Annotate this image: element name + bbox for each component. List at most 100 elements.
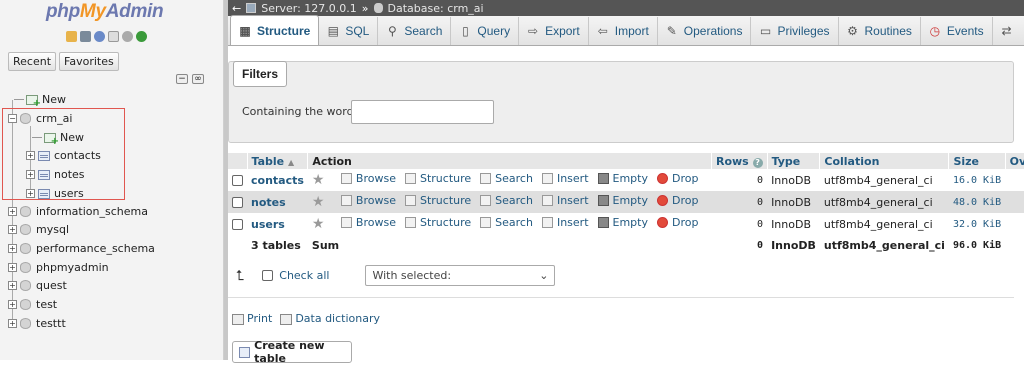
recent-button[interactable]: Recent [8, 52, 57, 71]
filter-input[interactable] [351, 100, 494, 124]
logout-icon[interactable] [80, 31, 91, 42]
structure-action[interactable]: Structure [404, 194, 471, 207]
print-link[interactable]: Print [232, 312, 272, 325]
favorite-star-icon[interactable]: ★ [312, 195, 332, 210]
tab-operations[interactable]: ✎ Operations [658, 17, 752, 45]
tree-db-quest[interactable]: + quest [8, 277, 67, 294]
table-name-link[interactable]: users [247, 213, 308, 235]
row-checkbox[interactable] [228, 191, 247, 213]
tab-query[interactable]: ▯ Query [451, 17, 520, 45]
tree-db-test[interactable]: + test [8, 296, 57, 313]
table-name-link[interactable]: notes [247, 191, 308, 213]
help-icon[interactable]: ? [752, 157, 763, 168]
home-icon[interactable] [66, 31, 77, 42]
rows-count: 0 [711, 169, 768, 191]
sum-label: Sum [311, 238, 340, 252]
favorites-button[interactable]: Favorites [59, 52, 119, 71]
header-collation[interactable]: Collation [819, 153, 950, 169]
breadcrumb-database[interactable]: Database: crm_ai [388, 2, 484, 15]
empty-icon [597, 217, 609, 228]
header-type[interactable]: Type [767, 153, 821, 169]
docs-icon[interactable] [94, 31, 105, 42]
header-action: Action [307, 153, 712, 169]
tree-db-mysql[interactable]: + mysql [8, 221, 69, 238]
chevron-down-icon: ⌄ [539, 269, 549, 282]
reload-icon[interactable] [136, 31, 147, 42]
import-icon: ⇦ [597, 24, 608, 38]
search-action[interactable]: Search [480, 194, 533, 207]
routines-icon: ⚙ [847, 24, 858, 38]
empty-action[interactable]: Empty [597, 216, 648, 229]
tab-routines[interactable]: ⚙ Routines [839, 17, 921, 45]
check-all-label[interactable]: Check all [279, 269, 329, 282]
drop-action[interactable]: Drop [657, 172, 698, 185]
structure-action[interactable]: Structure [404, 216, 471, 229]
settings-gear-icon[interactable] [122, 31, 133, 42]
browse-action[interactable]: Browse [340, 194, 396, 207]
triggers-icon: ⇄ [1001, 24, 1012, 38]
row-checkbox[interactable] [228, 213, 247, 235]
tab-search[interactable]: ⚲ Search [378, 17, 452, 45]
back-arrow-icon[interactable]: ← [232, 2, 241, 15]
tree-db-performance-schema[interactable]: + performance_schema [8, 240, 155, 257]
overhead: - [1005, 213, 1024, 235]
phpmyadmin-logo[interactable]: phpMyAdmin [46, 1, 164, 23]
search-action[interactable]: Search [480, 172, 533, 185]
tab-import[interactable]: ⇦ Import [589, 17, 658, 45]
database-icon [20, 224, 31, 235]
engine-type: InnoDB [767, 213, 820, 235]
size[interactable]: 48.0 KiB [948, 191, 1006, 213]
size[interactable]: 32.0 KiB [948, 213, 1006, 235]
expand-icon[interactable]: + [8, 300, 17, 309]
collapse-all-icon[interactable]: − [176, 74, 188, 84]
favorite-star-icon[interactable]: ★ [312, 173, 332, 188]
tab-privileges[interactable]: ▭ Privileges [751, 17, 839, 45]
expand-icon[interactable]: + [8, 225, 17, 234]
drop-action[interactable]: Drop [657, 216, 698, 229]
row-checkbox[interactable] [228, 169, 247, 191]
main-tabs: ▦ Structure ▤ SQL ⚲ Search ▯ Query ⇨ Export ⇦… [228, 15, 1024, 46]
header-table[interactable]: Table ▲ [247, 153, 309, 169]
table-name-link[interactable]: contacts [247, 169, 308, 191]
header-overhead[interactable]: Overhead [1005, 153, 1024, 169]
expand-icon[interactable]: + [8, 263, 17, 272]
check-all-checkbox[interactable] [262, 270, 274, 281]
table-count: 3 tables [251, 238, 301, 252]
tab-sql[interactable]: ▤ SQL [319, 17, 379, 45]
size[interactable]: 16.0 KiB [948, 169, 1006, 191]
empty-action[interactable]: Empty [597, 172, 648, 185]
browse-action[interactable]: Browse [340, 172, 396, 185]
search-action[interactable]: Search [480, 216, 533, 229]
tree-new-database[interactable]: New [14, 91, 66, 109]
header-size[interactable]: Size [948, 153, 1006, 169]
drop-action[interactable]: Drop [657, 194, 698, 207]
browse-icon [340, 217, 352, 228]
tab-structure[interactable]: ▦ Structure [230, 15, 320, 45]
expand-icon[interactable]: + [8, 207, 17, 216]
favorite-star-icon[interactable]: ★ [312, 217, 332, 232]
link-icon[interactable]: ∞ [192, 74, 204, 84]
tree-db-testtt[interactable]: + testtt [8, 315, 66, 332]
sum-type: InnoDB [771, 238, 816, 252]
tab-export[interactable]: ⇨ Export [519, 17, 589, 45]
tree-db-information-schema[interactable]: + information_schema [8, 203, 148, 220]
empty-action[interactable]: Empty [597, 194, 648, 207]
tree-db-phpmyadmin[interactable]: + phpmyadmin [8, 259, 109, 276]
expand-icon[interactable]: + [8, 281, 17, 290]
search-icon [480, 217, 492, 228]
data-dictionary-link[interactable]: Data dictionary [280, 312, 380, 325]
breadcrumb-server[interactable]: Server: 127.0.0.1 [261, 2, 357, 15]
header-rows[interactable]: Rows ? [711, 153, 768, 169]
browse-action[interactable]: Browse [340, 216, 396, 229]
overhead: - [1005, 169, 1024, 191]
expand-icon[interactable]: + [8, 319, 17, 328]
insert-action[interactable]: Insert [541, 194, 589, 207]
with-selected-select[interactable]: With selected: ⌄ [365, 265, 556, 286]
insert-action[interactable]: Insert [541, 216, 589, 229]
insert-action[interactable]: Insert [541, 172, 589, 185]
expand-icon[interactable]: + [8, 244, 17, 253]
tab-more[interactable]: ⇄ [993, 17, 1024, 45]
doc-page-icon[interactable] [108, 31, 119, 42]
tab-events[interactable]: ◷ Events [921, 17, 993, 45]
structure-action[interactable]: Structure [404, 172, 471, 185]
